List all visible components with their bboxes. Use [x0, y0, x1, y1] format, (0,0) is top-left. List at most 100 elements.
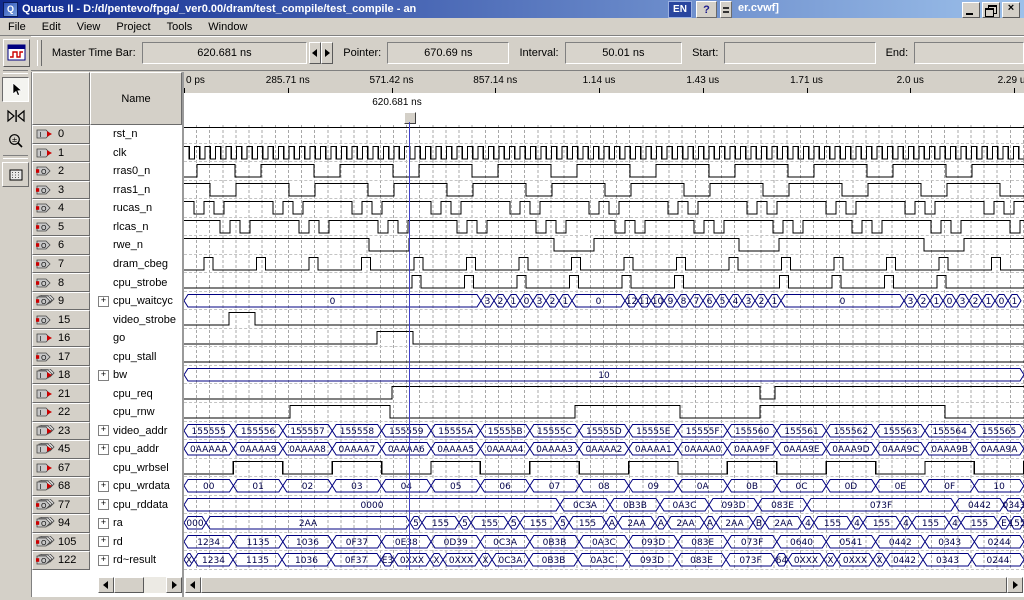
waveform-row-cpu_wrdata[interactable]: 000102030405060708090A0B0C0D0E0F10: [184, 477, 1024, 496]
signal-name-cell[interactable]: +rd: [90, 533, 182, 552]
waveform-row-rst_n[interactable]: [184, 125, 1024, 144]
signal-number-cell[interactable]: O7: [32, 255, 90, 274]
scroll-right-button[interactable]: [166, 577, 182, 593]
scroll-thumb[interactable]: [201, 577, 1007, 593]
signal-number-cell[interactable]: O5: [32, 218, 90, 237]
scroll-thumb[interactable]: [114, 577, 144, 593]
signal-name-cell[interactable]: +cpu_waitcyc: [90, 292, 182, 311]
signal-row-rd~result[interactable]: O122+rd~result: [32, 551, 182, 570]
scroll-track[interactable]: [144, 577, 166, 593]
time-cursor-handle[interactable]: [404, 112, 416, 124]
signal-name-cell[interactable]: video_strobe: [90, 310, 182, 329]
expand-button[interactable]: +: [98, 444, 109, 455]
waveform-row-clk[interactable]: [184, 144, 1024, 163]
selection-tool-button[interactable]: [2, 77, 29, 102]
waveform-row-go[interactable]: [184, 329, 1024, 348]
signal-number-cell[interactable]: I18: [32, 366, 90, 385]
menu-tools[interactable]: Tools: [159, 19, 201, 35]
expand-button[interactable]: +: [98, 536, 109, 547]
waveform-row-video_addr[interactable]: 15555515555615555715555815555915555A1555…: [184, 422, 1024, 441]
waveform-row-cpu_req[interactable]: [184, 384, 1024, 403]
signal-name-cell[interactable]: +ra: [90, 514, 182, 533]
waveform-row-rras0_n[interactable]: [184, 162, 1024, 181]
signal-name-cell[interactable]: rst_n: [90, 125, 182, 144]
spin-left-button[interactable]: [309, 42, 321, 64]
signal-row-rras0_n[interactable]: O2rras0_n: [32, 162, 182, 181]
start-field[interactable]: [724, 42, 875, 64]
signal-name-cell[interactable]: +video_addr: [90, 422, 182, 441]
waveform-editor-button[interactable]: [3, 39, 30, 67]
waveform-row-rucas_n[interactable]: [184, 199, 1024, 218]
signal-name-cell[interactable]: rlcas_n: [90, 218, 182, 237]
signal-row-rwe_n[interactable]: O6rwe_n: [32, 236, 182, 255]
menu-window[interactable]: Window: [200, 19, 255, 35]
signal-number-cell[interactable]: I22: [32, 403, 90, 422]
expand-button[interactable]: +: [98, 499, 109, 510]
signal-row-rd[interactable]: O105+rd: [32, 533, 182, 552]
full-screen-tool-button[interactable]: [2, 162, 29, 187]
signal-name-cell[interactable]: rras0_n: [90, 162, 182, 181]
waveform-row-cpu_wrbsel[interactable]: [184, 459, 1024, 478]
waveform-row-rwe_n[interactable]: [184, 236, 1024, 255]
restore-button[interactable]: [982, 2, 1000, 18]
expand-button[interactable]: +: [98, 425, 109, 436]
waveform-row-rd[interactable]: 1234113510360F370E380D390C3A0B3B0A3C093D…: [184, 533, 1024, 552]
expand-button[interactable]: +: [98, 555, 109, 566]
signal-number-cell[interactable]: O6: [32, 236, 90, 255]
signal-number-cell[interactable]: O15: [32, 310, 90, 329]
signal-name-cell[interactable]: cpu_rnw: [90, 403, 182, 422]
signal-row-video_strobe[interactable]: O15video_strobe: [32, 310, 182, 329]
signal-number-cell[interactable]: O105: [32, 533, 90, 552]
signal-row-dram_cbeg[interactable]: O7dram_cbeg: [32, 255, 182, 274]
signal-name-cell[interactable]: cpu_strobe: [90, 273, 182, 292]
menu-file[interactable]: File: [0, 19, 34, 35]
expand-button[interactable]: +: [98, 370, 109, 381]
signal-row-rst_n[interactable]: I0rst_n: [32, 125, 182, 144]
scroll-left-button[interactable]: [98, 577, 114, 593]
signal-row-cpu_addr[interactable]: I45+cpu_addr: [32, 440, 182, 459]
waveform-row-cpu_strobe[interactable]: [184, 273, 1024, 292]
waveform-row-cpu_stall[interactable]: [184, 347, 1024, 366]
signal-number-cell[interactable]: O94: [32, 514, 90, 533]
scroll-left-button[interactable]: [185, 577, 201, 593]
signal-number-cell[interactable]: O17: [32, 347, 90, 366]
help-icon[interactable]: ?: [696, 1, 717, 18]
expand-button[interactable]: +: [98, 481, 109, 492]
menu-project[interactable]: Project: [108, 19, 158, 35]
signal-row-cpu_wrbsel[interactable]: I67cpu_wrbsel: [32, 459, 182, 478]
menu-view[interactable]: View: [69, 19, 109, 35]
expand-button[interactable]: +: [98, 518, 109, 529]
time-bar-strip[interactable]: 620.681 ns: [184, 93, 1024, 125]
signal-row-video_addr[interactable]: I23+video_addr: [32, 422, 182, 441]
signal-number-cell[interactable]: O8: [32, 273, 90, 292]
signal-name-cell[interactable]: +cpu_wrdata: [90, 477, 182, 496]
signal-name-cell[interactable]: +cpu_addr: [90, 440, 182, 459]
signal-row-cpu_req[interactable]: I21cpu_req: [32, 384, 182, 403]
signal-number-cell[interactable]: O9: [32, 292, 90, 311]
signal-name-cell[interactable]: rucas_n: [90, 199, 182, 218]
signal-number-cell[interactable]: O4: [32, 199, 90, 218]
signal-name-cell[interactable]: clk: [90, 144, 182, 163]
signal-row-go[interactable]: I16go: [32, 329, 182, 348]
signal-row-rlcas_n[interactable]: O5rlcas_n: [32, 218, 182, 237]
expand-button[interactable]: +: [98, 296, 109, 307]
signal-name-cell[interactable]: +cpu_rddata: [90, 496, 182, 515]
signal-number-cell[interactable]: I45: [32, 440, 90, 459]
signal-number-cell[interactable]: I68: [32, 477, 90, 496]
waveform-scrollbar[interactable]: [185, 577, 1023, 593]
signal-name-cell[interactable]: cpu_req: [90, 384, 182, 403]
signal-name-cell[interactable]: dram_cbeg: [90, 255, 182, 274]
signal-row-bw[interactable]: I18+bw: [32, 366, 182, 385]
signal-name-cell[interactable]: rwe_n: [90, 236, 182, 255]
waveform-row-rlcas_n[interactable]: [184, 218, 1024, 237]
signal-row-rras1_n[interactable]: O3rras1_n: [32, 181, 182, 200]
signal-number-cell[interactable]: I16: [32, 329, 90, 348]
signal-row-cpu_rnw[interactable]: I22cpu_rnw: [32, 403, 182, 422]
signal-row-cpu_waitcyc[interactable]: O9+cpu_waitcyc: [32, 292, 182, 311]
signal-row-rucas_n[interactable]: O4rucas_n: [32, 199, 182, 218]
signal-row-cpu_stall[interactable]: O17cpu_stall: [32, 347, 182, 366]
signal-row-ra[interactable]: O94+ra: [32, 514, 182, 533]
signal-number-cell[interactable]: O2: [32, 162, 90, 181]
signal-row-cpu_rddata[interactable]: O77+cpu_rddata: [32, 496, 182, 515]
signal-name-cell[interactable]: rras1_n: [90, 181, 182, 200]
